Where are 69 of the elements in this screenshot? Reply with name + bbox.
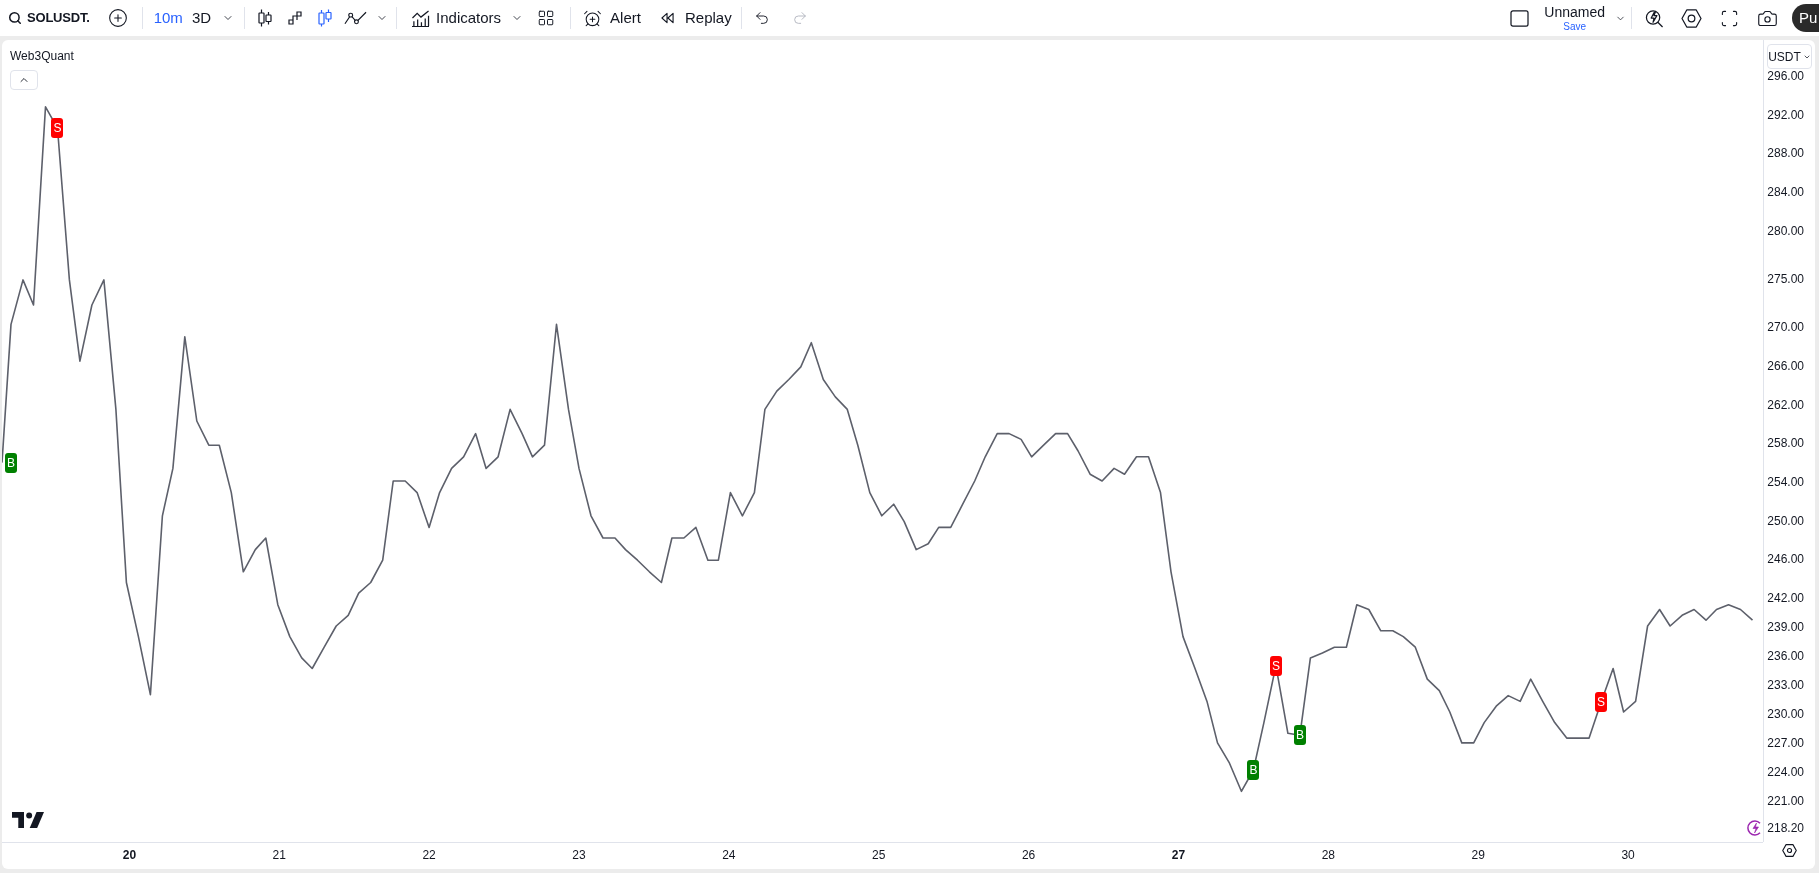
time-axis-label: 20 bbox=[122, 848, 137, 862]
alarm-clock-plus-icon bbox=[583, 8, 603, 28]
grid-icon bbox=[537, 9, 556, 27]
price-axis-label: 270.00 bbox=[1767, 320, 1804, 335]
interval-button[interactable]: 3D bbox=[188, 4, 215, 32]
price-axis-label: 258.00 bbox=[1767, 436, 1804, 451]
square-icon bbox=[1509, 9, 1529, 27]
price-axis-label: 288.00 bbox=[1767, 146, 1804, 161]
price-axis-label: 292.00 bbox=[1767, 107, 1804, 122]
price-axis-label: 275.00 bbox=[1767, 271, 1804, 286]
price-axis-label: 230.00 bbox=[1767, 706, 1804, 721]
lightning-search-icon bbox=[1644, 8, 1664, 28]
interval-button[interactable]: 10m bbox=[150, 4, 186, 32]
price-axis-label: 254.00 bbox=[1767, 474, 1804, 489]
step-squares-icon bbox=[288, 11, 303, 25]
time-axis-label: 29 bbox=[1471, 848, 1485, 862]
time-axis-label: 26 bbox=[1021, 848, 1036, 862]
price-axis-label: 280.00 bbox=[1767, 223, 1804, 238]
price-axis-label: 239.00 bbox=[1767, 619, 1804, 634]
signal-tag: B bbox=[1247, 760, 1260, 780]
time-axis-label: 21 bbox=[272, 848, 286, 862]
price-axis-label: 236.00 bbox=[1767, 648, 1804, 663]
redo-icon bbox=[791, 10, 808, 26]
time-axis-label: 27 bbox=[1171, 848, 1186, 862]
axis-settings-button[interactable] bbox=[1781, 842, 1797, 858]
signal-tag: B bbox=[1293, 725, 1306, 746]
price-axis-label: 266.00 bbox=[1767, 358, 1804, 373]
price-axis-label: 250.00 bbox=[1767, 513, 1804, 528]
undo-icon bbox=[753, 10, 770, 26]
time-axis-label: 28 bbox=[1321, 848, 1336, 862]
signal-tag: S bbox=[1595, 692, 1608, 713]
price-axis-label: 227.00 bbox=[1767, 735, 1804, 750]
candles-icon bbox=[318, 9, 333, 27]
indicators-button[interactable]: Indicators bbox=[405, 4, 508, 32]
time-axis-label: 25 bbox=[872, 848, 886, 862]
signal-tag: B bbox=[5, 452, 17, 473]
signal-tag: S bbox=[51, 118, 64, 139]
fullscreen-icon bbox=[1719, 8, 1739, 28]
lightning-circle-icon bbox=[1747, 820, 1763, 836]
time-axis-label: 24 bbox=[722, 848, 736, 862]
time-axis-label: 23 bbox=[572, 848, 586, 862]
line-markers-icon bbox=[343, 11, 367, 25]
layout-name-button[interactable]: Unnamed Save bbox=[1540, 2, 1626, 34]
price-axis-label: 218.20 bbox=[1767, 820, 1804, 835]
price-axis-label: 221.00 bbox=[1767, 793, 1804, 808]
indicator-legend: Web3Quant bbox=[10, 49, 74, 63]
price-axis-label: 233.00 bbox=[1767, 677, 1804, 692]
price-axis-label: 262.00 bbox=[1767, 397, 1804, 412]
price-axis-label: 224.00 bbox=[1767, 764, 1804, 779]
alert-button[interactable]: Alert bbox=[577, 4, 647, 32]
time-axis-label: 30 bbox=[1621, 848, 1635, 862]
plus-circle-icon bbox=[107, 8, 128, 28]
publish-button[interactable]: Pu bbox=[1792, 4, 1819, 32]
price-axis-label: 296.00 bbox=[1767, 68, 1804, 83]
replay-button[interactable]: Replay bbox=[654, 4, 738, 32]
time-axis-label: 22 bbox=[422, 848, 436, 862]
candles-icon bbox=[258, 9, 273, 27]
chart-bars-icon bbox=[411, 9, 431, 27]
symbol-search-button[interactable]: SOLUSDT. bbox=[4, 4, 94, 32]
rewind-icon bbox=[660, 12, 674, 24]
settings-icon bbox=[1680, 8, 1702, 28]
currency-button[interactable]: USDT bbox=[1767, 44, 1812, 69]
signal-tag: S bbox=[1269, 655, 1282, 676]
price-axis-label: 284.00 bbox=[1767, 184, 1804, 199]
settings-icon bbox=[1781, 843, 1797, 857]
price-axis-label: 246.00 bbox=[1767, 552, 1804, 567]
search-icon bbox=[8, 11, 22, 25]
price-axis-label: 242.00 bbox=[1767, 590, 1804, 605]
logo-icon bbox=[12, 812, 44, 828]
